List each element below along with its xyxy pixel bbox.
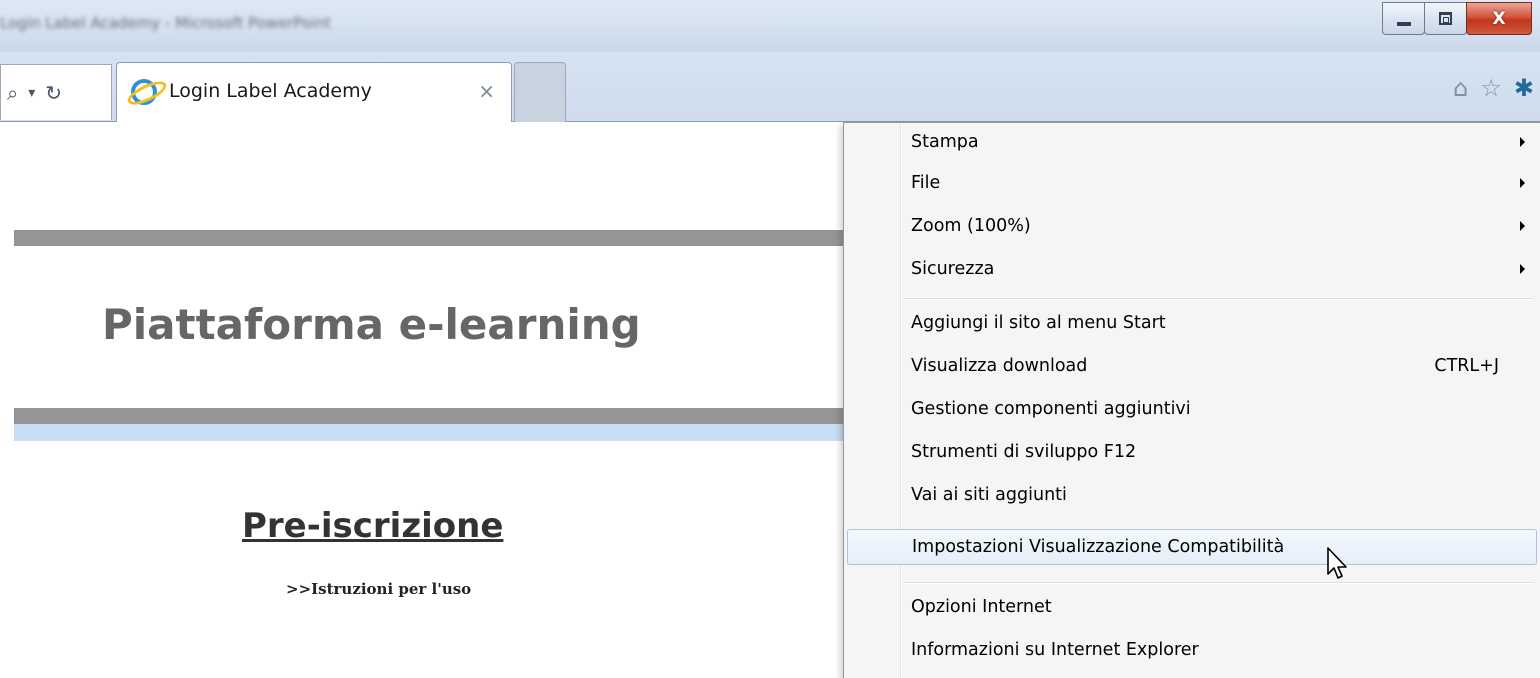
- page-title: Piattaforma e-learning: [102, 300, 641, 349]
- menu-item-developer-tools[interactable]: Strumenti di sviluppo F12: [844, 435, 1540, 471]
- menu-item-shortcut: CTRL+J: [1434, 356, 1499, 376]
- refresh-icon[interactable]: ↻: [45, 81, 62, 105]
- submenu-arrow-icon: [1520, 137, 1525, 147]
- menu-item-label: Zoom (100%): [911, 216, 1031, 236]
- menu-item-about-internet-explorer[interactable]: Informazioni su Internet Explorer: [844, 633, 1540, 669]
- menu-item-label: Vai ai siti aggiunti: [911, 485, 1067, 505]
- submenu-arrow-icon: [1520, 221, 1525, 231]
- menu-item-security[interactable]: Sicurezza: [844, 252, 1540, 288]
- menu-item-label: Visualizza download: [911, 356, 1088, 376]
- menu-item-label: Opzioni Internet: [911, 597, 1052, 617]
- menu-item-label: File: [911, 173, 941, 193]
- menu-item-label: Impostazioni Visualizzazione Compatibili…: [912, 537, 1285, 557]
- submenu-arrow-icon: [1520, 178, 1525, 188]
- toolbar-icons: ⌂ ☆ ✱: [1453, 74, 1534, 102]
- menu-item-print[interactable]: Stampa: [844, 125, 1540, 161]
- menu-item-label: Sicurezza: [911, 259, 995, 279]
- menu-item-label: Strumenti di sviluppo F12: [911, 442, 1137, 462]
- restore-icon: [1439, 12, 1452, 25]
- search-icon[interactable]: ⌕: [7, 81, 18, 105]
- submenu-arrow-icon: [1520, 264, 1525, 274]
- page-header-bar-bottom: [14, 408, 894, 424]
- menu-item-view-downloads[interactable]: Visualizza download CTRL+J: [844, 349, 1540, 385]
- window-title: Login Label Academy - Microsoft PowerPoi…: [0, 14, 331, 32]
- maximize-button[interactable]: [1424, 2, 1467, 35]
- address-bar-controls: ⌕ ▾ ↻: [0, 64, 112, 120]
- menu-item-compatibility-view-settings[interactable]: Impostazioni Visualizzazione Compatibili…: [847, 529, 1537, 565]
- menu-item-label: Gestione componenti aggiuntivi: [911, 399, 1191, 419]
- menu-item-internet-options[interactable]: Opzioni Internet: [844, 590, 1540, 626]
- menu-item-label: Stampa: [911, 132, 979, 152]
- menu-item-file[interactable]: File: [844, 166, 1540, 202]
- tools-menu: Stampa File Zoom (100%) Sicurezza Aggiun…: [843, 122, 1540, 678]
- menu-item-pinned-sites[interactable]: Vai ai siti aggiunti: [844, 478, 1540, 514]
- window-controls: X: [1382, 2, 1532, 35]
- new-tab-button[interactable]: [514, 62, 566, 122]
- menu-separator: [904, 582, 1534, 584]
- close-icon: X: [1492, 8, 1506, 29]
- internet-explorer-icon: [131, 79, 157, 105]
- page-header-bar-top: [14, 230, 894, 246]
- tab-close-icon[interactable]: ×: [478, 79, 495, 103]
- menu-item-add-site-to-start[interactable]: Aggiungi il sito al menu Start: [844, 306, 1540, 342]
- close-button[interactable]: X: [1466, 2, 1532, 35]
- home-icon[interactable]: ⌂: [1453, 74, 1468, 102]
- preregistration-link[interactable]: Pre-iscrizione: [242, 506, 503, 546]
- tab-login-label-academy[interactable]: Login Label Academy ×: [116, 62, 512, 122]
- gear-icon[interactable]: ✱: [1514, 74, 1534, 102]
- page-header-bar-accent: [14, 424, 894, 441]
- menu-item-label: Informazioni su Internet Explorer: [911, 640, 1199, 660]
- menu-item-zoom[interactable]: Zoom (100%): [844, 209, 1540, 245]
- window-title-bar: Login Label Academy - Microsoft PowerPoi…: [0, 0, 1540, 52]
- minimize-button[interactable]: [1382, 2, 1425, 35]
- instructions-link[interactable]: >>Istruzioni per l'uso: [286, 580, 471, 598]
- browser-tab-row: ⌕ ▾ ↻ Login Label Academy × ⌂ ☆ ✱: [0, 52, 1540, 122]
- tab-title: Login Label Academy: [169, 80, 372, 102]
- mouse-pointer-icon: [1327, 547, 1347, 579]
- minimize-icon: [1396, 21, 1411, 26]
- chevron-down-icon[interactable]: ▾: [28, 85, 35, 101]
- menu-item-manage-addons[interactable]: Gestione componenti aggiuntivi: [844, 392, 1540, 428]
- menu-separator: [904, 298, 1534, 300]
- menu-item-label: Aggiungi il sito al menu Start: [911, 313, 1166, 333]
- favorites-icon[interactable]: ☆: [1480, 74, 1502, 102]
